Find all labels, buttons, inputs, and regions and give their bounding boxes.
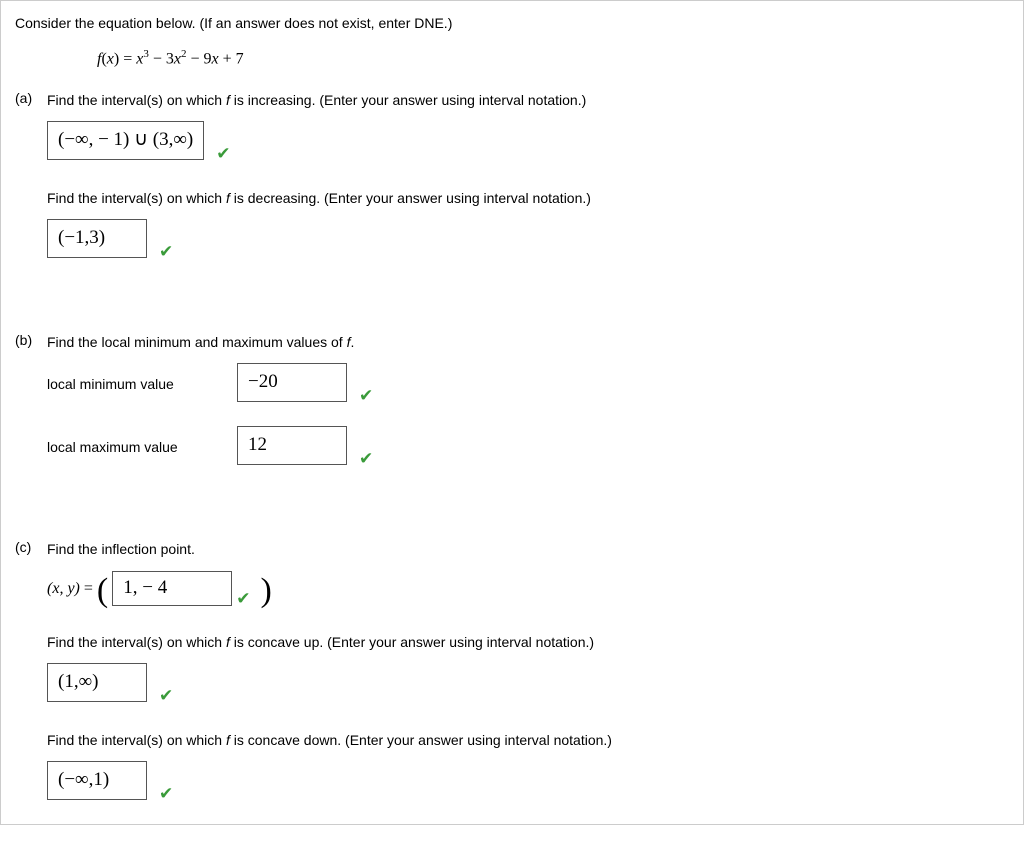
check-icon: ✔ xyxy=(159,686,173,706)
check-icon: ✔ xyxy=(159,242,173,262)
problem-intro: Consider the equation below. (If an answ… xyxy=(15,13,1009,34)
check-icon: ✔ xyxy=(236,589,250,609)
part-c-q-down: Find the interval(s) on which f is conca… xyxy=(47,730,1009,751)
part-a: (a) Find the interval(s) on which f is i… xyxy=(15,90,1009,286)
answer-local-max[interactable]: 12 xyxy=(237,426,347,465)
part-c-label: (c) xyxy=(15,539,47,800)
answer-concave-up[interactable]: (1,∞) xyxy=(47,663,147,702)
answer-inflection[interactable]: 1, − 4 xyxy=(112,571,232,606)
part-c: (c) Find the inflection point. (x, y) = … xyxy=(15,539,1009,800)
part-b-label: (b) xyxy=(15,332,47,493)
check-icon: ✔ xyxy=(216,144,230,164)
check-icon: ✔ xyxy=(159,784,173,804)
part-b-q: Find the local minimum and maximum value… xyxy=(47,332,1009,353)
part-a-q1: Find the interval(s) on which f is incre… xyxy=(47,90,1009,111)
check-icon: ✔ xyxy=(359,449,373,469)
part-a-label: (a) xyxy=(15,90,47,286)
answer-concave-down[interactable]: (−∞,1) xyxy=(47,761,147,800)
part-b: (b) Find the local minimum and maximum v… xyxy=(15,332,1009,493)
local-min-label: local minimum value xyxy=(47,376,237,402)
problem-container: Consider the equation below. (If an answ… xyxy=(0,0,1024,825)
part-c-q-infl: Find the inflection point. xyxy=(47,539,1009,560)
answer-local-min[interactable]: −20 xyxy=(237,363,347,402)
open-paren: ( xyxy=(97,572,108,610)
function-equation: f(x) = x3 − 3x2 − 9x + 7 xyxy=(97,48,1009,68)
local-max-label: local maximum value xyxy=(47,439,237,465)
part-c-q-up: Find the interval(s) on which f is conca… xyxy=(47,632,1009,653)
answer-decreasing[interactable]: (−1,3) xyxy=(47,219,147,258)
part-a-q2: Find the interval(s) on which f is decre… xyxy=(47,188,1009,209)
check-icon: ✔ xyxy=(359,386,373,406)
close-paren: ) xyxy=(260,572,271,610)
answer-increasing[interactable]: (−∞, − 1) ∪ (3,∞) xyxy=(47,121,204,160)
xy-equals-label: (x, y) = xyxy=(47,580,93,598)
